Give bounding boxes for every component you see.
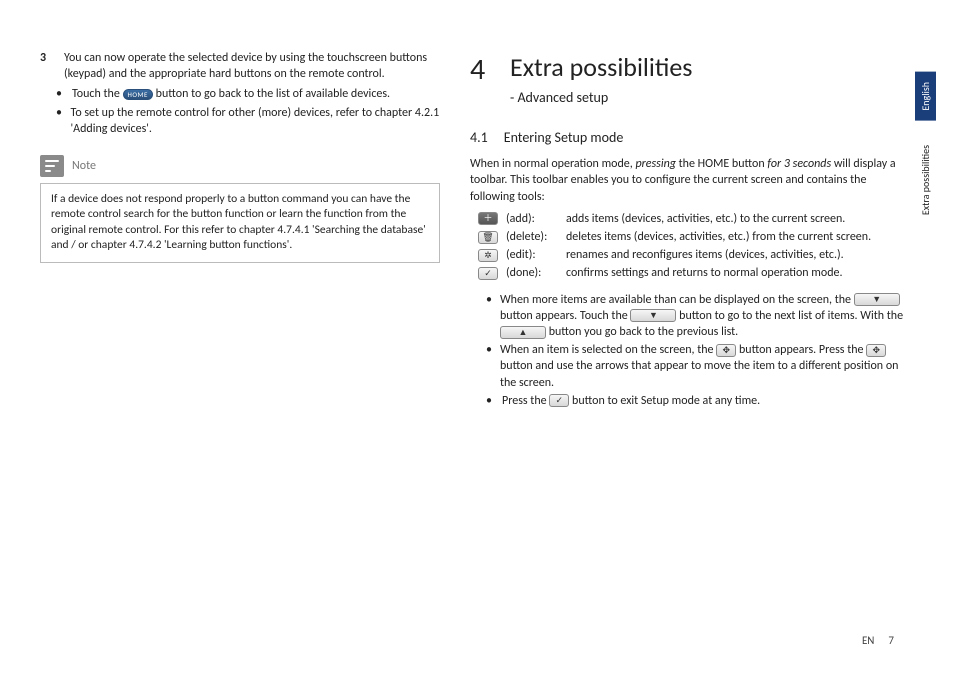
language-tab[interactable]: English [915, 72, 936, 121]
done-icon: ✓ [478, 267, 498, 280]
bullet-item: • To set up the remote control for other… [56, 105, 440, 137]
bullet-text: When more items are available than can b… [500, 292, 910, 341]
bullet-text: To set up the remote control for other (… [71, 105, 440, 137]
down-arrow-icon: ▼ [854, 293, 900, 306]
tool-desc: confirms settings and returns to normal … [566, 265, 910, 281]
delete-icon: 🗑 [478, 231, 498, 244]
tool-row-edit: ✲ (edit): renames and reconfigures items… [478, 247, 910, 263]
done-icon: ✓ [549, 394, 569, 407]
bullet-list: • Touch the HOME button to go back to th… [56, 86, 440, 137]
up-arrow-icon: ▲ [500, 326, 546, 339]
move-icon: ✥ [866, 344, 886, 357]
tool-desc: deletes items (devices, activities, etc.… [566, 229, 910, 245]
side-tabs: English Extra possibilities [915, 72, 936, 225]
chapter-number: 4 [470, 50, 492, 91]
bullet-item: • Press the ✓ button to exit Setup mode … [486, 393, 910, 409]
bullet-item: • When more items are available than can… [486, 292, 910, 341]
tool-label: (edit): [506, 247, 558, 263]
page-footer: EN 7 [862, 634, 894, 647]
home-button-icon: HOME [123, 89, 153, 100]
bullet-dot: • [56, 86, 64, 102]
add-icon: ＋ [478, 212, 498, 225]
section-number: 4.1 [470, 129, 488, 148]
bullet-text: Touch the HOME button to go back to the … [72, 86, 390, 102]
chapter-header: 4 Extra possibilities [470, 50, 910, 91]
tool-desc: renames and reconfigures items (devices,… [566, 247, 910, 263]
section-tab[interactable]: Extra possibilities [915, 135, 936, 225]
chapter-subtitle: - Advanced setup [510, 89, 910, 108]
edit-icon: ✲ [478, 249, 498, 262]
footer-lang: EN [862, 634, 874, 647]
intro-paragraph: When in normal operation mode, pressing … [470, 156, 910, 205]
down-arrow-icon: ▼ [630, 309, 676, 322]
move-icon: ✥ [716, 344, 736, 357]
chapter-title: Extra possibilities [510, 50, 692, 85]
note-box: If a device does not respond properly to… [40, 183, 440, 263]
tool-label: (done): [506, 265, 558, 281]
bullet-dot: • [56, 105, 63, 137]
note-label: Note [72, 158, 96, 174]
step-number: 3 [40, 50, 54, 82]
note-header: Note [40, 155, 440, 177]
tool-label: (delete): [506, 229, 558, 245]
tools-table: ＋ (add): adds items (devices, activities… [478, 211, 910, 282]
tool-label: (add): [506, 211, 558, 227]
right-column: 4 Extra possibilities - Advanced setup 4… [470, 50, 910, 645]
bullet-dot: • [486, 292, 492, 341]
bullet-text: When an item is selected on the screen, … [500, 342, 910, 391]
step-3: 3 You can now operate the selected devic… [40, 50, 440, 82]
page: 3 You can now operate the selected devic… [0, 0, 954, 675]
bullet-item: • Touch the HOME button to go back to th… [56, 86, 440, 102]
tool-row-done: ✓ (done): confirms settings and returns … [478, 265, 910, 281]
tool-row-delete: 🗑 (delete): deletes items (devices, acti… [478, 229, 910, 245]
left-column: 3 You can now operate the selected devic… [40, 50, 440, 645]
tool-desc: adds items (devices, activities, etc.) t… [566, 211, 910, 227]
bullet-text: Press the ✓ button to exit Setup mode at… [502, 393, 760, 409]
bullet-list-2: • When more items are available than can… [486, 292, 910, 409]
tool-row-add: ＋ (add): adds items (devices, activities… [478, 211, 910, 227]
section-header: 4.1 Entering Setup mode [470, 129, 910, 148]
page-number: 7 [888, 634, 894, 647]
bullet-dot: • [486, 342, 492, 391]
bullet-dot: • [486, 393, 494, 409]
section-title: Entering Setup mode [504, 129, 624, 148]
bullet-item: • When an item is selected on the screen… [486, 342, 910, 391]
step-text: You can now operate the selected device … [64, 50, 440, 82]
note-icon [40, 155, 64, 177]
